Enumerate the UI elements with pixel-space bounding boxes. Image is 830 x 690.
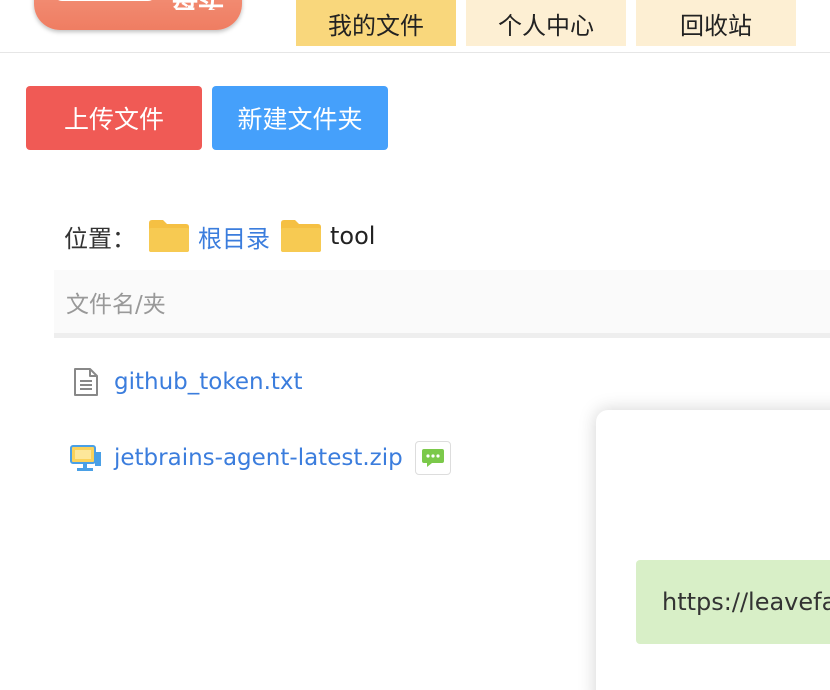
zip-file-icon	[66, 440, 106, 476]
page: 盘头 我的文件 个人中心 回收站 上传文件 新建文件夹 位置： 根目录 tool…	[0, 0, 830, 690]
file-row[interactable]: github_token.txt	[66, 360, 303, 404]
text-file-icon	[66, 364, 106, 400]
new-folder-button[interactable]: 新建文件夹	[212, 86, 388, 150]
upload-file-button[interactable]: 上传文件	[26, 86, 202, 150]
logo-graphic	[54, 0, 156, 1]
tab-recycle-bin[interactable]: 回收站	[636, 0, 796, 46]
breadcrumb-current: tool	[330, 222, 376, 250]
file-row[interactable]: jetbrains-agent-latest.zip	[66, 436, 451, 480]
tab-personal-center[interactable]: 个人中心	[466, 0, 626, 46]
breadcrumb: 位置： 根目录 tool	[64, 216, 375, 256]
table-header: 文件名/夹	[54, 270, 830, 338]
logo[interactable]: 盘头	[34, 0, 242, 30]
breadcrumb-label: 位置：	[64, 224, 136, 253]
folder-icon	[148, 219, 190, 253]
share-popup: https://leavefa	[596, 410, 830, 690]
column-header-filename[interactable]: 文件名/夹	[66, 285, 166, 319]
header: 盘头 我的文件 个人中心 回收站	[0, 0, 830, 53]
file-name-link[interactable]: github_token.txt	[114, 369, 303, 395]
file-name-link[interactable]: jetbrains-agent-latest.zip	[114, 445, 403, 471]
breadcrumb-root-link[interactable]: 根目录	[198, 219, 270, 254]
folder-icon	[280, 219, 322, 253]
share-link-box[interactable]: https://leavefa	[636, 560, 830, 644]
logo-text: 盘头	[172, 0, 224, 10]
tab-my-files[interactable]: 我的文件	[296, 0, 456, 46]
comment-icon[interactable]	[414, 441, 451, 475]
